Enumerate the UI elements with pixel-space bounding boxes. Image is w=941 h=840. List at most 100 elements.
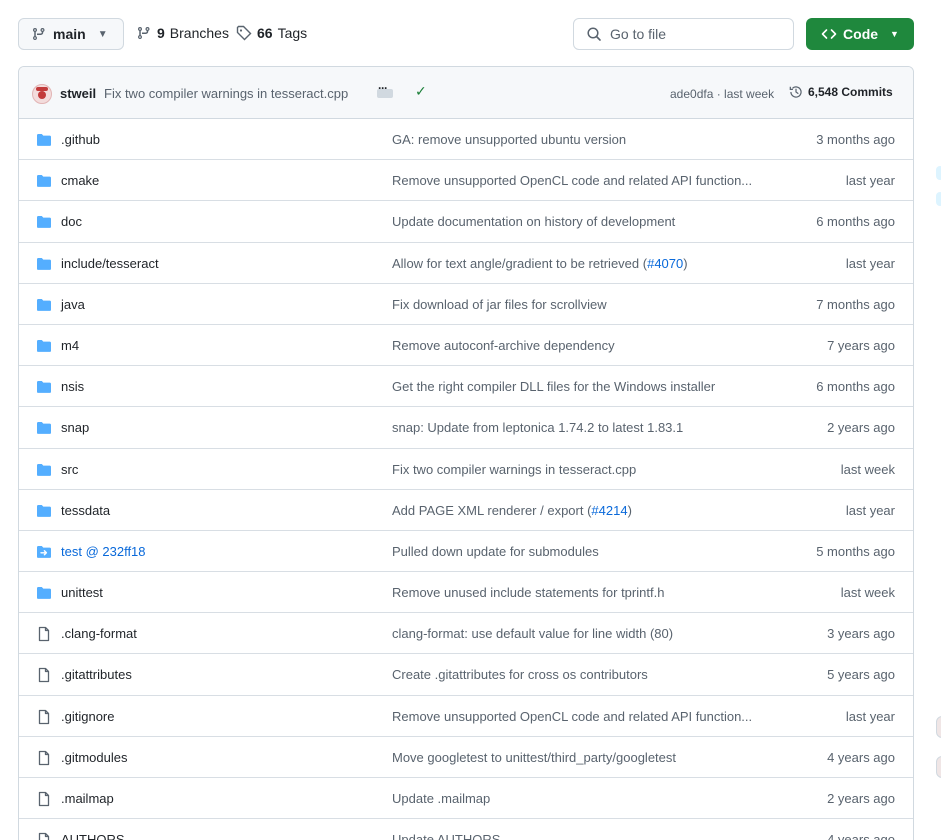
folder-icon	[36, 503, 52, 519]
file-name[interactable]: nsis	[61, 379, 84, 394]
file-commit-message[interactable]: Remove unsupported OpenCL code and relat…	[392, 709, 752, 724]
file-commit-message[interactable]: Add PAGE XML renderer / export (#4214)	[392, 503, 632, 518]
file-name[interactable]: AUTHORS	[61, 832, 125, 840]
file-row[interactable]: tessdata Add PAGE XML renderer / export (…	[19, 490, 913, 531]
folder-icon	[36, 297, 52, 313]
file-icon	[36, 791, 52, 807]
file-name[interactable]: test @ 232ff18	[61, 544, 146, 559]
file-name[interactable]: .clang-format	[61, 626, 137, 641]
file-name[interactable]: tessdata	[61, 503, 110, 518]
folder-icon	[36, 462, 52, 478]
tags-label: Tags	[277, 25, 308, 41]
file-name[interactable]: java	[61, 297, 85, 312]
avatar[interactable]	[32, 84, 52, 104]
file-commit-time: last year	[845, 708, 895, 724]
file-commit-message[interactable]: Move googletest to unittest/third_party/…	[392, 750, 676, 765]
contributor-avatar-clipped	[936, 756, 941, 778]
commit-message-text: clang-format: use default value for line…	[392, 626, 674, 642]
commit-message-text: Add PAGE XML renderer / export (	[392, 502, 592, 518]
file-row[interactable]: test @ 232ff18 Pulled down update for sub…	[19, 531, 913, 573]
file-commit-message[interactable]: Remove unused include statements for tpr…	[392, 585, 664, 600]
commit-message-suffix: )	[627, 502, 632, 518]
commits-history-link[interactable]: 6,548 Commits	[789, 85, 893, 99]
file-commit-message[interactable]: Update documentation on history of devel…	[392, 214, 675, 229]
code-button-label: Code	[843, 26, 879, 42]
submodule-icon	[36, 544, 52, 560]
folder-icon	[36, 132, 52, 148]
file-name[interactable]: m4	[61, 338, 79, 353]
file-name[interactable]: .gitmodules	[61, 750, 127, 765]
file-commit-message[interactable]: Remove unsupported OpenCL code and relat…	[392, 173, 752, 188]
file-commit-time: 7 months ago	[816, 296, 895, 312]
file-commit-time: 5 months ago	[816, 543, 895, 559]
file-name[interactable]: .gitattributes	[61, 667, 132, 682]
commit-message-text: Update .mailmap	[392, 791, 491, 806]
file-row[interactable]: doc Update documentation on history of de…	[19, 201, 913, 243]
file-commit-time: last year	[845, 255, 895, 271]
file-name[interactable]: .mailmap	[61, 791, 114, 806]
file-name[interactable]: snap	[61, 420, 89, 435]
file-row[interactable]: AUTHORS Update AUTHORS 4 years ago	[19, 819, 913, 840]
file-icon	[36, 667, 52, 683]
sidebar-clipped	[934, 0, 941, 840]
pull-request-link[interactable]: #4070	[647, 256, 683, 271]
check-icon[interactable]: ✓	[415, 83, 427, 100]
file-name[interactable]: .github	[61, 132, 100, 147]
file-name[interactable]: src	[61, 462, 78, 477]
git-branch-icon	[33, 28, 45, 41]
commit-message-text: Fix download of jar files for scrollview	[392, 296, 607, 312]
file-name[interactable]: cmake	[61, 173, 99, 188]
file-commit-message[interactable]: Fix download of jar files for scrollview	[392, 297, 607, 312]
file-commit-message[interactable]: Update .mailmap	[392, 791, 490, 806]
expand-commit-button[interactable]	[377, 81, 393, 98]
code-button[interactable]: Code ▼	[806, 18, 914, 50]
file-row[interactable]: .gitmodules Move googletest to unittest/t…	[19, 737, 913, 778]
file-commit-message[interactable]: snap: Update from leptonica 1.74.2 to la…	[392, 420, 683, 435]
commit-message-text: Get the right compiler DLL files for the…	[392, 379, 716, 395]
branch-name: main	[53, 26, 86, 42]
file-row[interactable]: .gitignore Remove unsupported OpenCL code…	[19, 696, 913, 737]
commit-message[interactable]: Fix two compiler warnings in tesseract.c…	[104, 86, 348, 101]
file-row[interactable]: src Fix two compiler warnings in tesserac…	[19, 449, 913, 490]
branches-link[interactable]: 9 Branches	[136, 25, 229, 41]
folder-icon	[36, 173, 52, 189]
file-row[interactable]: .mailmap Update .mailmap 2 years ago	[19, 778, 913, 820]
file-commit-message[interactable]: Remove autoconf-archive dependency	[392, 338, 615, 353]
file-row[interactable]: m4 Remove autoconf-archive dependency 7 ye…	[19, 325, 913, 367]
file-commit-message[interactable]: Create .gitattributes for cross os contr…	[392, 667, 648, 682]
file-commit-message[interactable]: clang-format: use default value for line…	[392, 626, 673, 641]
commit-author[interactable]: stweil	[60, 86, 96, 101]
file-commit-time: last year	[845, 502, 895, 518]
file-row[interactable]: cmake Remove unsupported OpenCL code and …	[19, 160, 913, 202]
file-row[interactable]: .clang-format clang-format: use default v…	[19, 613, 913, 655]
file-row[interactable]: unittest Remove unused include statements…	[19, 572, 913, 614]
file-row[interactable]: .github GA: remove unsupported ubuntu ver…	[19, 119, 913, 161]
commit-hash-time[interactable]: ade0dfa · last week	[670, 87, 774, 101]
go-to-file-input[interactable]: Go to file	[573, 18, 794, 50]
file-name[interactable]: unittest	[61, 585, 103, 600]
branch-selector-button[interactable]: main ▼	[18, 18, 124, 50]
commit-message-text: Remove unused include statements for tpr…	[392, 585, 665, 601]
contributor-avatar-clipped	[936, 716, 941, 738]
file-commit-message[interactable]: Get the right compiler DLL files for the…	[392, 379, 715, 394]
file-name[interactable]: .gitignore	[61, 709, 114, 724]
file-row[interactable]: java Fix download of jar files for scroll…	[19, 284, 913, 325]
file-row[interactable]: nsis Get the right compiler DLL files for…	[19, 366, 913, 408]
file-rows: .github GA: remove unsupported ubuntu ver…	[19, 119, 913, 840]
file-commit-message[interactable]: GA: remove unsupported ubuntu version	[392, 132, 626, 147]
commit-message-text: Update AUTHORS	[392, 832, 501, 840]
commit-message-text: Create .gitattributes for cross os contr…	[392, 667, 648, 683]
file-name[interactable]: include/tesseract	[61, 256, 159, 271]
file-commit-message[interactable]: Update AUTHORS	[392, 832, 500, 840]
tags-link[interactable]: 66 Tags	[236, 25, 307, 41]
file-commit-time: last year	[845, 173, 895, 189]
file-row[interactable]: include/tesseract Allow for text angle/gr…	[19, 243, 913, 284]
file-name[interactable]: doc	[61, 214, 82, 229]
pull-request-link[interactable]: #4214	[591, 503, 627, 518]
file-row[interactable]: snap snap: Update from leptonica 1.74.2 t…	[19, 407, 913, 449]
file-row[interactable]: .gitattributes Create .gitattributes for …	[19, 654, 913, 696]
file-commit-message[interactable]: Allow for text angle/gradient to be retr…	[392, 256, 688, 271]
code-icon	[821, 29, 837, 39]
file-commit-message[interactable]: Fix two compiler warnings in tesseract.c…	[392, 462, 636, 477]
file-commit-message[interactable]: Pulled down update for submodules	[392, 544, 599, 559]
